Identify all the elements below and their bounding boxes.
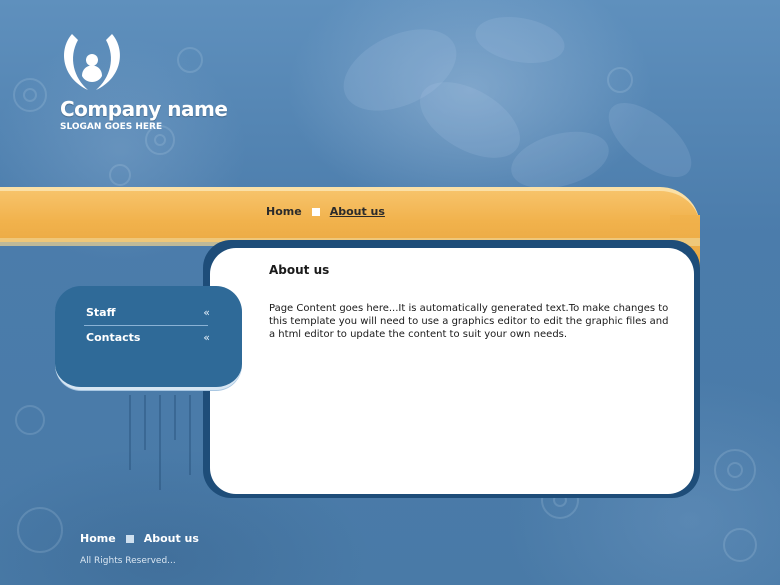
top-nav-home-link[interactable]: Home [266,205,302,218]
footer-nav: Home About us [80,532,199,545]
side-nav-item-contacts[interactable]: Contacts « [86,331,210,344]
slogan: SLOGAN GOES HERE [60,122,163,132]
side-nav-item-staff[interactable]: Staff « [86,306,210,319]
square-bullet-icon [311,207,320,216]
page-content-text: Page Content goes here...It is automatic… [269,303,669,340]
company-name: Company name [60,97,228,121]
footer-home-link[interactable]: Home [80,532,116,545]
side-nav-item-label: Staff [86,306,116,319]
company-logo [58,30,126,94]
copyright-text: All Rights Reserved... [80,556,176,566]
top-nav: Home About us [266,205,385,218]
double-chevron-left-icon: « [203,306,210,319]
top-nav-about-link[interactable]: About us [330,205,385,218]
side-nav-item-label: Contacts [86,331,141,344]
tulip-logo-icon [64,34,120,90]
square-bullet-icon [125,534,134,543]
content-panel [210,248,694,494]
side-nav-divider [84,325,208,326]
double-chevron-left-icon: « [203,331,210,344]
footer-about-link[interactable]: About us [144,532,199,545]
page-title: About us [269,263,330,277]
